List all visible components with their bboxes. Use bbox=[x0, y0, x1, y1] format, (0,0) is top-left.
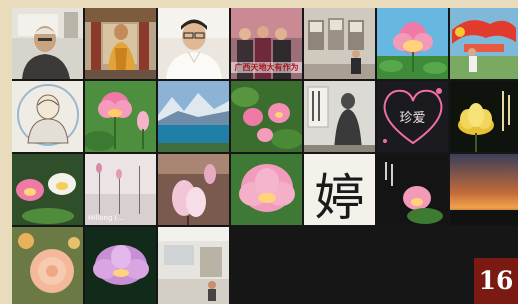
participant-photo bbox=[377, 8, 448, 79]
participant-lotus-dark-photo[interactable] bbox=[377, 154, 448, 225]
participant-peach-rose-photo[interactable] bbox=[12, 227, 83, 304]
participant-video-feed bbox=[158, 227, 229, 304]
participant-photo bbox=[231, 154, 302, 225]
participant-pink-lotus-bud-photo[interactable] bbox=[85, 81, 156, 152]
participant-banner-group-photo[interactable]: 广西天地大有作为 bbox=[231, 8, 302, 79]
participant-lotus-pond-photo[interactable] bbox=[231, 81, 302, 152]
participant-photo bbox=[158, 81, 229, 152]
participant-count-badge: 16 bbox=[474, 258, 518, 304]
participant-monk-temple-video[interactable] bbox=[85, 8, 156, 79]
participant-statue-calligraphy-photo[interactable] bbox=[304, 81, 375, 152]
participant-elder-man-video[interactable] bbox=[12, 8, 83, 79]
participant-magnolia-photo[interactable] bbox=[158, 154, 229, 225]
participant-photo bbox=[85, 81, 156, 152]
heart-greeting-text: 珍爱 bbox=[399, 111, 426, 126]
participant-photo bbox=[85, 227, 156, 304]
participant-photo bbox=[304, 81, 375, 152]
participant-photo bbox=[12, 81, 83, 152]
participant-lotus-pair-photo[interactable] bbox=[12, 154, 83, 225]
participant-heart-greeting[interactable]: 珍爱 bbox=[377, 81, 448, 152]
participant-pink-lotus-photo[interactable] bbox=[377, 8, 448, 79]
participant-photo bbox=[231, 81, 302, 152]
participant-photo bbox=[450, 81, 518, 152]
participant-mountain-lake-photo[interactable] bbox=[158, 81, 229, 152]
participant-video-feed bbox=[85, 8, 156, 79]
participant-exhibition-hall-photo[interactable] bbox=[304, 8, 375, 79]
participant-office-room-video[interactable] bbox=[158, 227, 229, 304]
participant-photo bbox=[450, 8, 518, 79]
participant-photo bbox=[304, 8, 375, 79]
participant-video-feed bbox=[158, 8, 229, 79]
participant-photo bbox=[377, 154, 448, 225]
participant-purple-lotus-photo[interactable] bbox=[85, 227, 156, 304]
participant-sunset-photo[interactable] bbox=[450, 154, 518, 225]
calligraphy-glyph: 婷 bbox=[314, 169, 365, 225]
participant-yellow-lotus-photo[interactable] bbox=[450, 81, 518, 152]
video-gallery-grid: 广西天地大有作为 珍爱 Hillong (… 婷 bbox=[12, 8, 518, 304]
participant-photo bbox=[450, 154, 518, 225]
participant-lotus-buds-named[interactable]: Hillong (… bbox=[85, 154, 156, 225]
participant-red-ribbon-photo[interactable] bbox=[450, 8, 518, 79]
participant-man-white-shirt-video[interactable] bbox=[158, 8, 229, 79]
participant-calligraphy-character[interactable]: 婷 bbox=[304, 154, 375, 225]
participant-buddha-drawing[interactable] bbox=[12, 81, 83, 152]
participant-photo bbox=[12, 227, 83, 304]
banner-text: 广西天地大有作为 bbox=[231, 62, 302, 73]
participant-video-feed bbox=[12, 8, 83, 79]
participant-pink-lotus-large-photo[interactable] bbox=[231, 154, 302, 225]
participant-photo bbox=[158, 154, 229, 225]
participant-photo bbox=[12, 154, 83, 225]
participant-name-label: Hillong (… bbox=[88, 214, 125, 222]
